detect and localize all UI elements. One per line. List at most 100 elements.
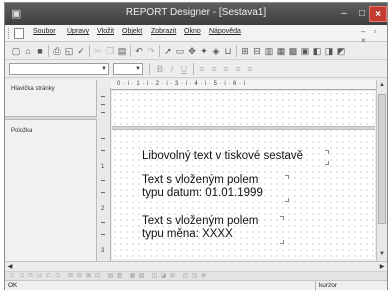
copy-icon[interactable]: ❐	[105, 46, 115, 56]
resize-handle[interactable]	[325, 150, 329, 154]
chevron-down-icon[interactable]: ▼	[135, 64, 141, 74]
same-width-icon[interactable]: ⊠	[85, 273, 92, 280]
format-painter-icon[interactable]: ◰	[182, 273, 189, 280]
new-file-icon[interactable]: ▢	[11, 46, 21, 56]
order-back-icon[interactable]: ◪	[160, 273, 167, 280]
print-preview-icon[interactable]: ◱	[64, 46, 74, 56]
menu-vlozit[interactable]: Vložit	[97, 28, 114, 35]
align-right-icon[interactable]: ≡	[221, 64, 231, 74]
toolbar-separator	[236, 45, 237, 57]
image-tool-icon[interactable]: ✦	[199, 46, 209, 56]
format-toolbar: ▼ ▼ B I U ≡ ≡ ≡ ≡ ≡	[5, 60, 387, 78]
menu-soubor[interactable]: Soubor	[33, 28, 56, 35]
spell-icon[interactable]: ✓	[76, 46, 86, 56]
scroll-down-icon[interactable]: ▼	[377, 249, 387, 260]
band-list-pane: Hlavička stránky Položka	[5, 80, 97, 261]
align-right-edges-icon[interactable]: ⊓	[27, 273, 34, 280]
group-icon[interactable]: ▦	[276, 46, 286, 56]
grid-icon[interactable]: ▩	[288, 46, 298, 56]
space-horizontal-icon[interactable]: ⊞	[67, 273, 74, 280]
pointer-icon[interactable]: ➚	[163, 46, 173, 56]
status-text: OK	[8, 282, 18, 289]
menu-okno[interactable]: Okno	[184, 28, 201, 35]
text-tool-icon[interactable]: ▭	[175, 46, 185, 56]
snap-toggle-icon[interactable]: ▧	[138, 273, 145, 280]
snap-icon[interactable]: ▣	[300, 46, 310, 56]
band-divider[interactable]	[5, 116, 97, 120]
font-name-combo[interactable]: ▼	[9, 63, 109, 75]
space-vertical-icon[interactable]: ⊟	[76, 273, 83, 280]
resize-handle[interactable]	[325, 161, 329, 165]
close-button[interactable]: ×	[369, 6, 387, 22]
cut-icon[interactable]: ✂	[93, 46, 103, 56]
menu-napoveda[interactable]: Nápověda	[209, 28, 241, 35]
help-icon[interactable]: ◩	[336, 46, 346, 56]
paste-icon[interactable]: ▤	[117, 46, 127, 56]
document-icon[interactable]	[14, 28, 24, 39]
open-icon[interactable]: ⌂	[23, 46, 33, 56]
band-separator[interactable]	[112, 126, 375, 130]
align-center-icon[interactable]: ≡	[209, 64, 219, 74]
band-page-header-label[interactable]: Hlavička stránky	[11, 86, 55, 92]
zoom-icon[interactable]: ⊕	[200, 273, 207, 280]
report-text-date-field[interactable]: Text s vloženým polem typu datum: 01.01.…	[142, 174, 263, 200]
resize-handle[interactable]	[285, 198, 289, 202]
order-front-icon[interactable]: ◫	[151, 273, 158, 280]
ruler-tick	[101, 222, 105, 223]
align-left-icon[interactable]: ≡	[197, 64, 207, 74]
bring-front-icon[interactable]: ⊞	[240, 46, 250, 56]
menu-objekt[interactable]: Objekt	[122, 28, 142, 35]
vertical-scrollbar[interactable]: ▲ ▼	[376, 80, 387, 261]
band-icon[interactable]: ▥	[264, 46, 274, 56]
vertical-ruler: 1 2 3	[99, 88, 111, 261]
same-height-icon[interactable]: ⊡	[94, 273, 101, 280]
band-item-label[interactable]: Položka	[11, 128, 32, 134]
standard-toolbar: ▢ ⌂ ■ ⎙ ◱ ✓ ✂ ❐ ▤ ↶ ↷ ➚ ▭ ✥ ✦ ◈ ⊔ ⊞ ⊟ ▥ …	[5, 42, 387, 60]
resize-handle[interactable]	[280, 240, 284, 244]
report-design-canvas[interactable]: Libovolný text v tiskové sestavě Text s …	[112, 91, 375, 259]
shape-tool-icon[interactable]: ⊔	[223, 46, 233, 56]
status-bar: OK kurzor	[5, 280, 387, 291]
italic-icon[interactable]: I	[167, 64, 177, 74]
underline-icon[interactable]: U	[179, 64, 189, 74]
bold-icon[interactable]: B	[155, 64, 165, 74]
preview-icon[interactable]: ◧	[312, 46, 322, 56]
align-left-edges-icon[interactable]: ⊏	[9, 273, 16, 280]
ruler-tick	[101, 234, 105, 235]
report-text-currency-field[interactable]: Text s vloženým polem typu měna: XXXX	[142, 215, 258, 241]
menu-zobrazit[interactable]: Zobrazit	[151, 28, 176, 35]
vertical-ruler-1: 1	[101, 164, 105, 170]
center-horizontal-icon[interactable]: ▤	[107, 273, 114, 280]
align-centers-icon[interactable]: ⊐	[18, 273, 25, 280]
settings-icon[interactable]: ◨	[324, 46, 334, 56]
horizontal-scrollbar[interactable]: ◀ ▶	[5, 261, 387, 271]
field-tool-icon[interactable]: ✥	[187, 46, 197, 56]
horizontal-ruler-scale: 0 · i · 1 · i · 2 · i · 3 · i · 4 · i · …	[117, 81, 246, 87]
ruler-tick	[101, 192, 105, 193]
resize-handle[interactable]	[285, 175, 289, 179]
vertical-scroll-thumb[interactable]	[378, 94, 386, 224]
minimize-button[interactable]: –	[335, 6, 353, 22]
title-bar[interactable]: ▣ REPORT Designer - [Sestava1] – □ ×	[5, 3, 387, 25]
grid-toggle-icon[interactable]: ▦	[129, 273, 136, 280]
align-middles-icon[interactable]: ⊏	[45, 273, 52, 280]
center-vertical-icon[interactable]: ▥	[116, 273, 123, 280]
justify-icon[interactable]: ≡	[233, 64, 243, 74]
save-icon[interactable]: ■	[35, 46, 45, 56]
properties-icon[interactable]: ◳	[191, 273, 198, 280]
redo-icon[interactable]: ↷	[146, 46, 156, 56]
send-back-icon[interactable]: ⊟	[252, 46, 262, 56]
line-tool-icon[interactable]: ◈	[211, 46, 221, 56]
lock-icon[interactable]: ⊞	[169, 273, 176, 280]
print-icon[interactable]: ⎙	[52, 46, 62, 56]
menu-upravy[interactable]: Úpravy	[67, 28, 89, 35]
report-text-free[interactable]: Libovolný text v tiskové sestavě	[142, 150, 303, 163]
scroll-up-icon[interactable]: ▲	[377, 80, 387, 91]
chevron-down-icon[interactable]: ▼	[101, 64, 107, 74]
resize-handle[interactable]	[280, 216, 284, 220]
align-tops-icon[interactable]: ⊔	[36, 273, 43, 280]
undo-icon[interactable]: ↶	[134, 46, 144, 56]
border-icon[interactable]: ≡	[245, 64, 255, 74]
align-bottoms-icon[interactable]: ⊐	[54, 273, 61, 280]
font-size-combo[interactable]: ▼	[113, 63, 143, 75]
